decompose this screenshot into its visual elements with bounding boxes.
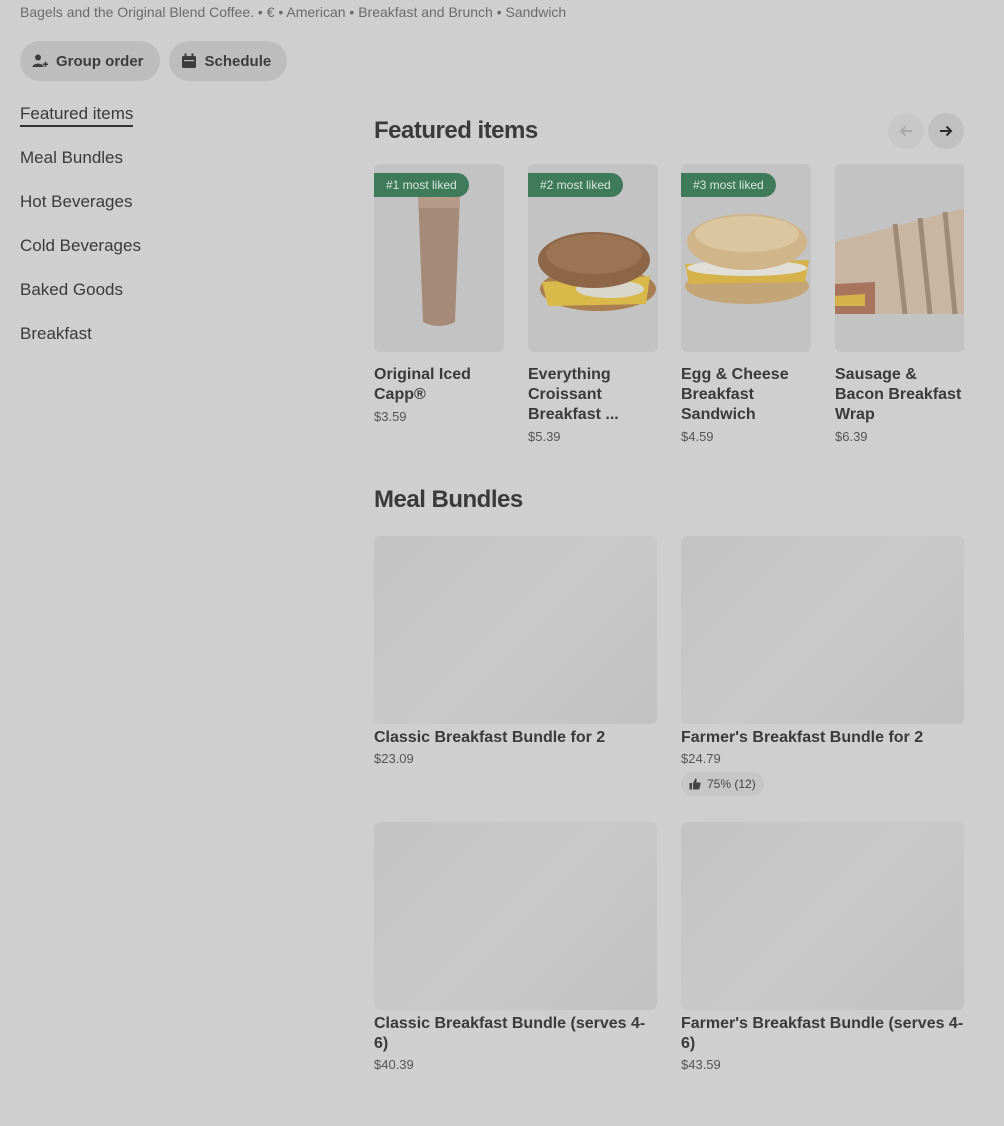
- sidebar-item-breakfast[interactable]: Breakfast: [20, 322, 320, 366]
- sidebar-item-hot-beverages[interactable]: Hot Beverages: [20, 190, 320, 234]
- bundle-card[interactable]: Classic Breakfast Bundle (serves 4-6) $4…: [374, 822, 657, 1072]
- item-name: Sausage & Bacon Breakfast Wrap: [835, 366, 962, 423]
- category-sidebar: Featured items Meal Bundles Hot Beverage…: [20, 102, 320, 366]
- sidebar-item-featured-items[interactable]: Featured items: [20, 102, 320, 146]
- sidebar-item-label: Cold Beverages: [20, 236, 141, 255]
- bundle-grid: Classic Breakfast Bundle for 2 $23.09 Fa…: [374, 536, 964, 1096]
- bundle-image: [681, 536, 964, 724]
- bundle-name: Farmer's Breakfast Bundle (serves 4-6): [681, 1015, 964, 1052]
- item-name: Original Iced Capp®: [374, 366, 471, 403]
- bundle-price: $43.59: [681, 1057, 721, 1072]
- bundle-card[interactable]: Classic Breakfast Bundle for 2 $23.09: [374, 536, 657, 766]
- sidebar-item-cold-beverages[interactable]: Cold Beverages: [20, 234, 320, 278]
- most-liked-badge: #1 most liked: [374, 173, 469, 197]
- arrow-right-icon: [940, 125, 953, 137]
- item-name: Everything Croissant Breakfast ...: [528, 366, 619, 423]
- featured-carousel[interactable]: #1 most liked Original Iced Capp® $3.59 …: [374, 164, 964, 454]
- bundle-name: Classic Breakfast Bundle for 2: [374, 729, 606, 746]
- schedule-label: Schedule: [204, 52, 272, 70]
- bundle-image: [681, 822, 964, 1010]
- add-person-icon: [32, 53, 48, 69]
- bundle-price: $24.79: [681, 751, 721, 766]
- featured-item-card[interactable]: #2 most liked Everything Croissant Break…: [528, 164, 658, 444]
- item-price: $4.59: [681, 429, 714, 444]
- featured-header: Featured items: [374, 110, 964, 154]
- sidebar-item-baked-goods[interactable]: Baked Goods: [20, 278, 320, 322]
- sidebar-item-label: Hot Beverages: [20, 192, 133, 211]
- meal-bundles-section: Meal Bundles Classic Breakfast Bundle fo…: [374, 486, 964, 1096]
- rating-badge: 75% (12): [681, 772, 764, 796]
- rating-text: 75% (12): [707, 777, 756, 791]
- featured-title: Featured items: [374, 117, 538, 144]
- group-order-label: Group order: [56, 52, 144, 70]
- schedule-button[interactable]: Schedule: [168, 41, 288, 81]
- egg-cheese-sandwich-image: #3 most liked: [681, 164, 811, 352]
- bundle-price: $23.09: [374, 751, 414, 766]
- thumbs-up-icon: [689, 778, 701, 790]
- meal-bundles-title: Meal Bundles: [374, 486, 523, 513]
- sidebar-item-label: Baked Goods: [20, 280, 124, 299]
- carousel-prev-button[interactable]: [888, 113, 924, 149]
- bundle-image: [374, 822, 657, 1010]
- most-liked-badge: #3 most liked: [681, 173, 776, 197]
- bundle-image: [374, 536, 657, 724]
- bundle-card[interactable]: Farmer's Breakfast Bundle for 2 $24.79 7…: [681, 536, 964, 796]
- featured-item-card[interactable]: Sausage & Bacon Breakfast Wrap $6.39: [835, 164, 964, 444]
- item-price: $5.39: [528, 429, 561, 444]
- breakfast-wrap-image: [835, 164, 964, 352]
- bundle-name: Classic Breakfast Bundle (serves 4-6): [374, 1015, 646, 1052]
- calendar-icon: [181, 53, 197, 69]
- featured-item-card[interactable]: #3 most liked Egg & Cheese Breakfast San…: [681, 164, 811, 444]
- carousel-next-button[interactable]: [928, 113, 964, 149]
- sidebar-item-meal-bundles[interactable]: Meal Bundles: [20, 146, 320, 190]
- arrow-left-icon: [899, 125, 912, 137]
- menu-content: Featured items #1 most liked Original Ic…: [374, 110, 964, 1072]
- carousel-nav: [888, 113, 964, 149]
- sidebar-item-label: Featured items: [20, 104, 134, 127]
- bundle-price: $40.39: [374, 1057, 414, 1072]
- featured-item-card[interactable]: #1 most liked Original Iced Capp® $3.59: [374, 164, 504, 424]
- bundle-name: Farmer's Breakfast Bundle for 2: [681, 729, 924, 746]
- item-price: $3.59: [374, 409, 407, 424]
- sidebar-item-label: Breakfast: [20, 324, 92, 343]
- most-liked-badge: #2 most liked: [528, 173, 623, 197]
- group-order-button[interactable]: Group order: [20, 41, 160, 81]
- sidebar-item-label: Meal Bundles: [20, 148, 124, 167]
- action-bar: Group order Schedule: [20, 41, 288, 81]
- item-price: $6.39: [835, 429, 868, 444]
- iced-capp-image: #1 most liked: [374, 164, 504, 352]
- croissant-sandwich-image: #2 most liked: [528, 164, 658, 352]
- item-name: Egg & Cheese Breakfast Sandwich: [681, 366, 789, 423]
- bundle-card[interactable]: Farmer's Breakfast Bundle (serves 4-6) $…: [681, 822, 964, 1072]
- featured-section: Featured items #1 most liked Original Ic…: [374, 110, 964, 444]
- store-subtitle: Bagels and the Original Blend Coffee. • …: [20, 4, 567, 20]
